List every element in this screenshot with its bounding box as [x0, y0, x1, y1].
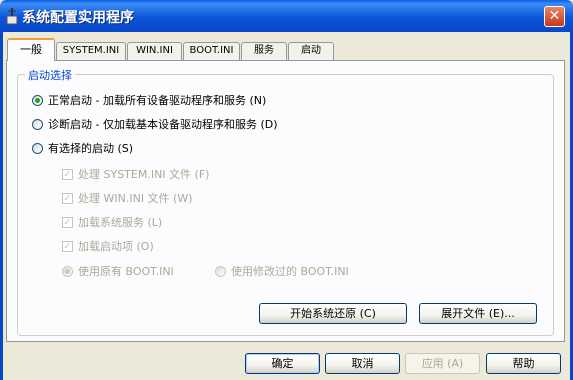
checkbox-checked-icon: ✓	[62, 217, 73, 228]
general-tab-panel: 启动选择 正常启动 - 加载所有设备驱动程序和服务 (N) 诊断启动 - 仅加载…	[6, 60, 565, 342]
radio-unselected-icon	[32, 143, 43, 154]
tab-system-ini[interactable]: SYSTEM.INI	[56, 42, 126, 60]
ok-button[interactable]: 确定	[245, 353, 320, 374]
launch-system-restore-button[interactable]: 开始系统还原 (C)	[259, 303, 407, 324]
system-config-window: 系统配置实用程序 ✕ 一般 SYSTEM.INI WIN.INI BOOT.IN…	[0, 0, 573, 380]
window-title: 系统配置实用程序	[22, 10, 134, 26]
expand-file-button[interactable]: 展开文件 (E)...	[419, 303, 537, 324]
radio-unselected-icon	[215, 266, 226, 277]
radio-selected-icon	[62, 266, 73, 277]
checkbox-checked-icon: ✓	[62, 193, 73, 204]
help-button[interactable]: 帮助	[486, 353, 561, 374]
msconfig-app-icon	[6, 8, 18, 25]
checkbox-checked-icon: ✓	[62, 169, 73, 180]
tab-boot-ini[interactable]: BOOT.INI	[183, 42, 240, 60]
title-bar[interactable]: 系统配置实用程序 ✕	[0, 0, 573, 32]
tab-services[interactable]: 服务	[241, 42, 287, 60]
tab-startup[interactable]: 启动	[288, 42, 334, 60]
cancel-button[interactable]: 取消	[325, 353, 400, 374]
checkbox-checked-icon: ✓	[62, 241, 73, 252]
close-icon: ✕	[548, 8, 561, 24]
apply-button[interactable]: 应用 (A)	[405, 353, 480, 374]
tab-win-ini[interactable]: WIN.INI	[127, 42, 182, 60]
radio-unselected-icon	[32, 119, 43, 130]
close-button[interactable]: ✕	[544, 6, 565, 27]
group-legend: 启动选择	[25, 67, 75, 83]
radio-selected-icon	[32, 95, 43, 106]
window-border-left	[0, 32, 3, 380]
startup-selection-group: 启动选择 正常启动 - 加载所有设备驱动程序和服务 (N) 诊断启动 - 仅加载…	[17, 67, 554, 336]
tab-general[interactable]: 一般	[7, 38, 55, 61]
